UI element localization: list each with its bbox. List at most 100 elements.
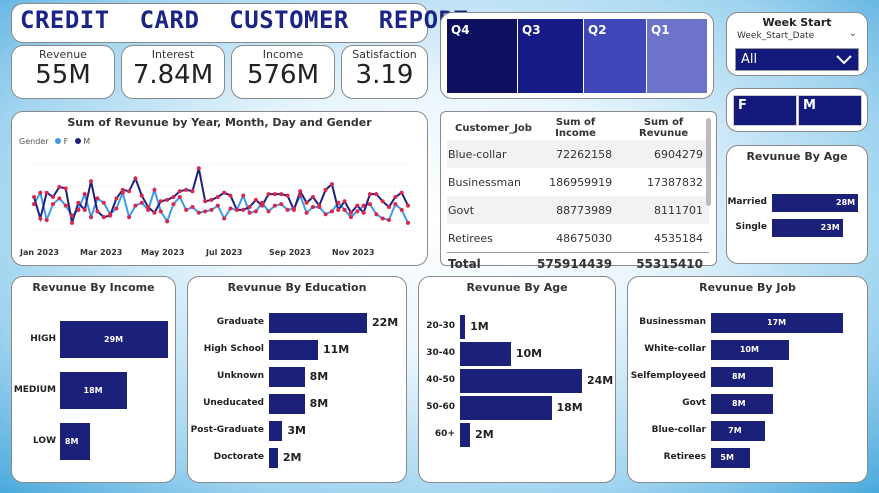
data-point[interactable]: [266, 192, 271, 197]
data-point[interactable]: [222, 190, 227, 195]
data-point[interactable]: [70, 220, 75, 225]
data-point[interactable]: [317, 203, 322, 208]
gender-tile-m[interactable]: M: [798, 95, 862, 126]
data-point[interactable]: [228, 206, 233, 211]
data-point[interactable]: [32, 195, 36, 199]
data-point[interactable]: [285, 207, 290, 212]
quarter-tile-q3[interactable]: Q3: [518, 19, 583, 93]
data-point[interactable]: [158, 199, 163, 204]
data-point[interactable]: [298, 189, 303, 194]
data-point[interactable]: [127, 215, 132, 220]
data-point[interactable]: [95, 196, 100, 201]
data-point[interactable]: [190, 205, 195, 210]
data-point[interactable]: [82, 192, 87, 197]
chevron-down-icon[interactable]: ⌄: [849, 28, 857, 39]
data-point[interactable]: [406, 220, 410, 225]
data-point[interactable]: [272, 203, 277, 208]
data-point[interactable]: [209, 197, 214, 202]
data-point[interactable]: [241, 193, 246, 198]
data-point[interactable]: [247, 205, 252, 210]
data-point[interactable]: [310, 205, 315, 210]
data-point[interactable]: [89, 215, 94, 220]
bar[interactable]: [269, 340, 318, 360]
data-point[interactable]: [215, 203, 220, 208]
data-point[interactable]: [203, 199, 208, 204]
data-point[interactable]: [386, 217, 391, 222]
data-point[interactable]: [374, 212, 379, 217]
data-point[interactable]: [120, 187, 125, 192]
table-row[interactable]: Businessman 186959919 17387832: [447, 168, 709, 196]
data-point[interactable]: [279, 202, 284, 207]
table-scrollbar[interactable]: [706, 118, 711, 206]
data-point[interactable]: [266, 209, 271, 214]
data-point[interactable]: [342, 199, 347, 204]
data-point[interactable]: [133, 176, 138, 181]
data-point[interactable]: [57, 184, 62, 189]
data-point[interactable]: [342, 207, 347, 212]
data-point[interactable]: [139, 193, 144, 198]
data-point[interactable]: [355, 203, 360, 208]
data-point[interactable]: [165, 219, 170, 224]
data-point[interactable]: [222, 216, 227, 221]
data-point[interactable]: [298, 193, 303, 198]
data-point[interactable]: [89, 179, 94, 184]
data-point[interactable]: [374, 192, 379, 197]
data-point[interactable]: [348, 210, 353, 215]
data-point[interactable]: [95, 209, 100, 214]
data-point[interactable]: [386, 205, 391, 210]
data-point[interactable]: [399, 207, 404, 212]
data-point[interactable]: [57, 196, 62, 201]
data-point[interactable]: [196, 166, 201, 171]
data-point[interactable]: [215, 195, 220, 199]
data-point[interactable]: [380, 199, 385, 204]
data-point[interactable]: [82, 207, 87, 212]
data-point[interactable]: [133, 203, 138, 208]
data-point[interactable]: [329, 182, 334, 187]
quarter-tile-q4[interactable]: Q4: [447, 19, 517, 93]
data-point[interactable]: [260, 203, 265, 208]
data-point[interactable]: [171, 202, 176, 207]
data-point[interactable]: [310, 195, 315, 199]
bar[interactable]: [269, 421, 283, 441]
data-point[interactable]: [152, 187, 157, 192]
data-point[interactable]: [51, 195, 56, 199]
data-point[interactable]: [76, 207, 81, 212]
gender-tile-f[interactable]: F: [733, 95, 797, 126]
data-point[interactable]: [171, 195, 176, 199]
quarter-tile-q2[interactable]: Q2: [584, 19, 646, 93]
table-row[interactable]: Govt 88773989 8111701: [447, 196, 709, 224]
data-point[interactable]: [329, 209, 334, 214]
bar[interactable]: [269, 394, 305, 414]
data-point[interactable]: [38, 216, 43, 221]
data-point[interactable]: [203, 209, 208, 214]
data-point[interactable]: [241, 207, 246, 212]
data-point[interactable]: [234, 207, 239, 212]
quarter-tile-q1[interactable]: Q1: [647, 19, 707, 93]
data-point[interactable]: [44, 217, 49, 222]
data-point[interactable]: [32, 202, 36, 207]
data-point[interactable]: [291, 207, 296, 212]
table-header[interactable]: Sum of Revunue: [618, 116, 709, 140]
bar[interactable]: [460, 423, 471, 447]
table-row[interactable]: Blue-collar 72262158 6904279: [447, 140, 709, 168]
bar[interactable]: [460, 315, 466, 339]
table-row[interactable]: Retirees 48675030 4535184: [447, 224, 709, 253]
data-point[interactable]: [304, 200, 309, 205]
data-point[interactable]: [177, 189, 182, 194]
data-point[interactable]: [380, 216, 385, 221]
data-point[interactable]: [285, 193, 290, 198]
data-point[interactable]: [323, 212, 328, 217]
data-point[interactable]: [139, 200, 144, 205]
data-point[interactable]: [38, 190, 43, 195]
data-point[interactable]: [406, 203, 410, 208]
data-point[interactable]: [336, 200, 341, 205]
data-point[interactable]: [393, 195, 398, 199]
data-point[interactable]: [279, 192, 284, 197]
bar[interactable]: [460, 342, 511, 366]
table-header[interactable]: Sum of Income: [533, 116, 618, 140]
data-point[interactable]: [158, 209, 163, 214]
data-point[interactable]: [196, 210, 201, 215]
data-point[interactable]: [70, 213, 75, 218]
data-point[interactable]: [114, 206, 119, 211]
data-point[interactable]: [393, 202, 398, 207]
